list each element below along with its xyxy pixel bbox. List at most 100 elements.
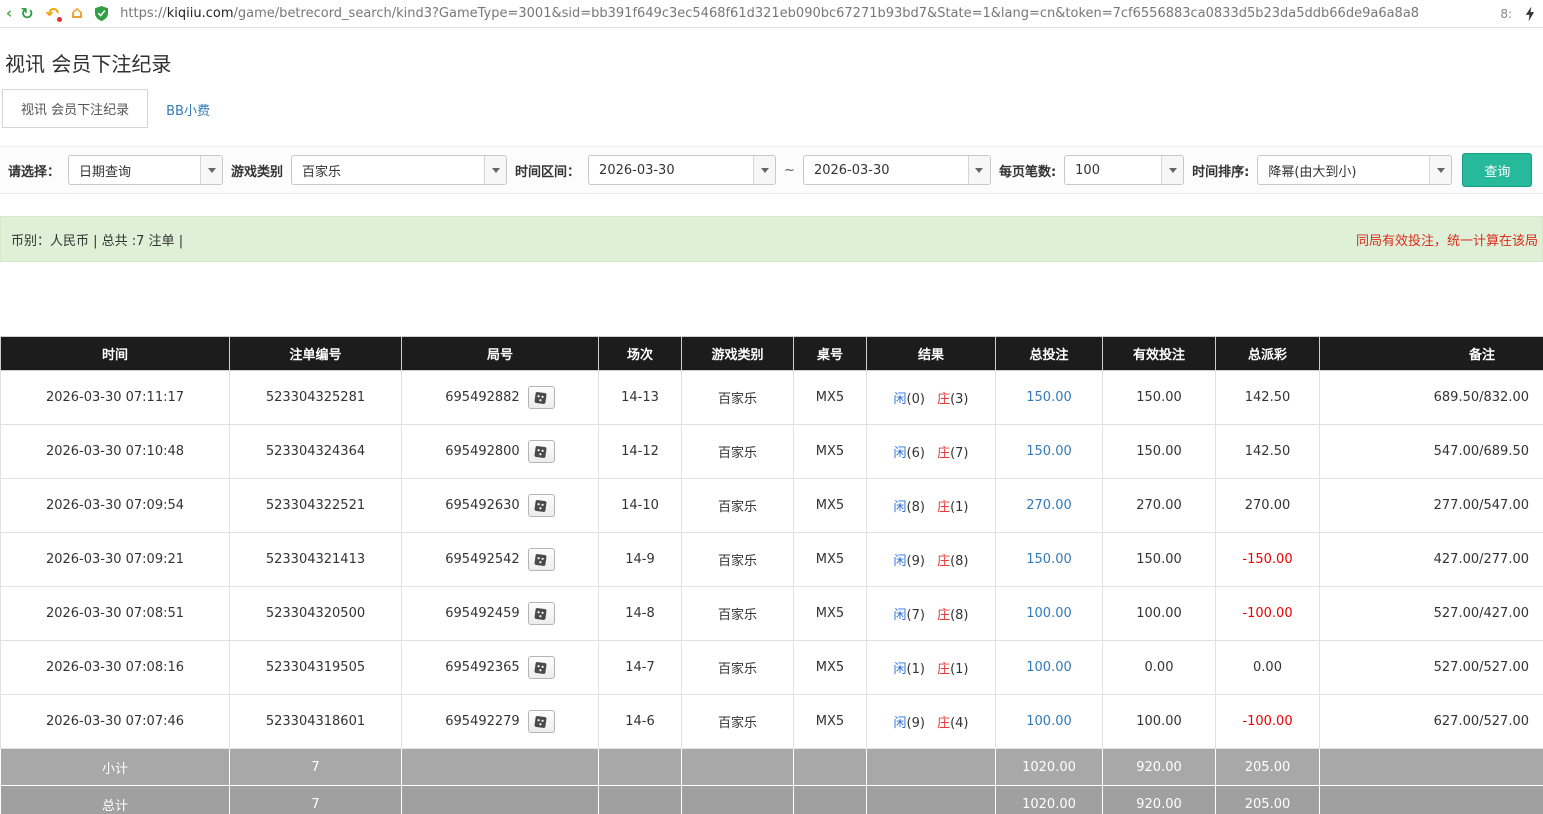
- dice-icon: [533, 445, 549, 459]
- total-bet-link[interactable]: 100.00: [1026, 660, 1072, 675]
- cell-table-no: MX5: [794, 587, 867, 641]
- player-label: 闲: [893, 500, 906, 515]
- cell-total-bet: 100.00: [996, 695, 1103, 749]
- sort-select[interactable]: 降幂(由大到小): [1257, 155, 1452, 185]
- tab-bb-tip[interactable]: BB小费: [148, 91, 228, 128]
- game-type-label: 游戏类别: [231, 161, 283, 180]
- banker-score: (8): [950, 608, 968, 623]
- chevron-down-icon[interactable]: [484, 156, 506, 184]
- chevron-down-icon[interactable]: [1429, 156, 1451, 184]
- round-detail-button[interactable]: [528, 548, 555, 571]
- cell-empty: [794, 786, 867, 814]
- cell-result: 闲(7) 庄(8): [867, 587, 996, 641]
- cell-table-no: MX5: [794, 371, 867, 425]
- refresh-icon[interactable]: ↻: [20, 6, 33, 22]
- total-label: 总计: [1, 786, 230, 814]
- cell-bet-id: 523304324364: [230, 425, 402, 479]
- address-bar[interactable]: https://kiqiiu.com/game/betrecord_search…: [120, 6, 1488, 21]
- subtotal-count: 7: [230, 749, 402, 786]
- sort-value: 降幂(由大到小): [1258, 156, 1429, 184]
- url-scheme: https://: [120, 6, 167, 21]
- banker-label: 庄: [937, 716, 950, 731]
- table-row: 2026-03-30 07:09:21 523304321413 6954925…: [1, 533, 1543, 587]
- round-detail-button[interactable]: [528, 602, 555, 625]
- cell-valid-bet: 0.00: [1103, 641, 1216, 695]
- per-page-select[interactable]: 100: [1064, 155, 1184, 185]
- cell-bet-id: 523304322521: [230, 479, 402, 533]
- security-shield-icon[interactable]: [95, 6, 108, 21]
- dice-icon: [533, 499, 549, 513]
- total-bet-link[interactable]: 100.00: [1026, 714, 1072, 729]
- chevron-down-icon[interactable]: [1161, 156, 1183, 184]
- date-query-select[interactable]: 日期查询: [68, 155, 223, 185]
- cell-valid-bet: 270.00: [1103, 479, 1216, 533]
- chevron-down-icon[interactable]: [968, 156, 990, 184]
- column-header-1: 注单编号: [230, 337, 402, 371]
- banker-score: (8): [950, 554, 968, 569]
- chevron-down-icon[interactable]: [753, 156, 775, 184]
- total-bet-link[interactable]: 100.00: [1026, 606, 1072, 621]
- date-from-select[interactable]: 2026-03-30: [588, 155, 776, 185]
- player-label: 闲: [893, 662, 906, 677]
- column-header-0: 时间: [1, 337, 230, 371]
- cell-empty: [402, 786, 599, 814]
- search-button[interactable]: 查询: [1462, 153, 1532, 187]
- round-detail-button[interactable]: [528, 440, 555, 463]
- summary-note: 同局有效投注，统一计算在该局: [1356, 230, 1538, 249]
- game-type-select[interactable]: 百家乐: [291, 155, 507, 185]
- home-icon[interactable]: ⌂: [71, 5, 83, 22]
- total-bet-link[interactable]: 150.00: [1026, 552, 1072, 567]
- player-score: (8): [907, 500, 925, 515]
- total-bet-link[interactable]: 150.00: [1026, 444, 1072, 459]
- player-label: 闲: [893, 716, 906, 731]
- cell-table-no: MX5: [794, 479, 867, 533]
- cell-valid-bet: 100.00: [1103, 695, 1216, 749]
- player-label: 闲: [893, 446, 906, 461]
- total-bet-link[interactable]: 150.00: [1026, 390, 1072, 405]
- time-range-label: 时间区间：: [515, 161, 580, 180]
- cell-bet-id: 523304318601: [230, 695, 402, 749]
- cell-total-bet: 150.00: [996, 425, 1103, 479]
- lightning-icon[interactable]: [1524, 6, 1535, 22]
- player-score: (7): [907, 608, 925, 623]
- select-label: 请选择：: [8, 161, 60, 180]
- undo-icon[interactable]: ↶: [46, 6, 59, 22]
- total-valid-bet: 920.00: [1103, 786, 1216, 814]
- cell-time: 2026-03-30 07:11:17: [1, 371, 230, 425]
- cell-round: 695492882: [402, 371, 599, 425]
- tab-betrecord[interactable]: 视讯 会员下注纪录: [2, 89, 148, 128]
- cell-bet-id: 523304325281: [230, 371, 402, 425]
- total-bet-link[interactable]: 270.00: [1026, 498, 1072, 513]
- extension-badge-icon[interactable]: 8:: [1500, 7, 1512, 21]
- round-detail-button[interactable]: [528, 386, 555, 409]
- player-label: 闲: [893, 392, 906, 407]
- cell-round: 695492279: [402, 695, 599, 749]
- total-total-bet: 1020.00: [996, 786, 1103, 814]
- cell-result: 闲(1) 庄(1): [867, 641, 996, 695]
- player-score: (9): [907, 554, 925, 569]
- cell-bet-id: 523304320500: [230, 587, 402, 641]
- round-number: 695492800: [445, 444, 519, 459]
- cell-round: 695492800: [402, 425, 599, 479]
- round-detail-button[interactable]: [528, 656, 555, 679]
- cell-result: 闲(6) 庄(7): [867, 425, 996, 479]
- round-detail-button[interactable]: [528, 710, 555, 733]
- cell-session: 14-6: [599, 695, 682, 749]
- column-header-3: 场次: [599, 337, 682, 371]
- subtotal-valid-bet: 920.00: [1103, 749, 1216, 786]
- per-page-value: 100: [1065, 156, 1161, 184]
- chevron-down-icon[interactable]: [200, 156, 222, 184]
- round-detail-button[interactable]: [528, 494, 555, 517]
- player-score: (6): [907, 446, 925, 461]
- round-number: 695492279: [445, 714, 519, 729]
- banker-score: (4): [950, 716, 968, 731]
- summary-bar: 币别：人民币 | 总共 :7 注单 | 同局有效投注，统一计算在该局: [0, 216, 1543, 262]
- back-icon[interactable]: ‹: [6, 6, 12, 21]
- game-type-value: 百家乐: [292, 156, 484, 184]
- cell-round: 695492365: [402, 641, 599, 695]
- date-to-select[interactable]: 2026-03-30: [803, 155, 991, 185]
- cell-payout: 270.00: [1216, 479, 1320, 533]
- banker-label: 庄: [937, 500, 950, 515]
- dice-icon: [533, 391, 549, 405]
- banker-score: (3): [950, 392, 968, 407]
